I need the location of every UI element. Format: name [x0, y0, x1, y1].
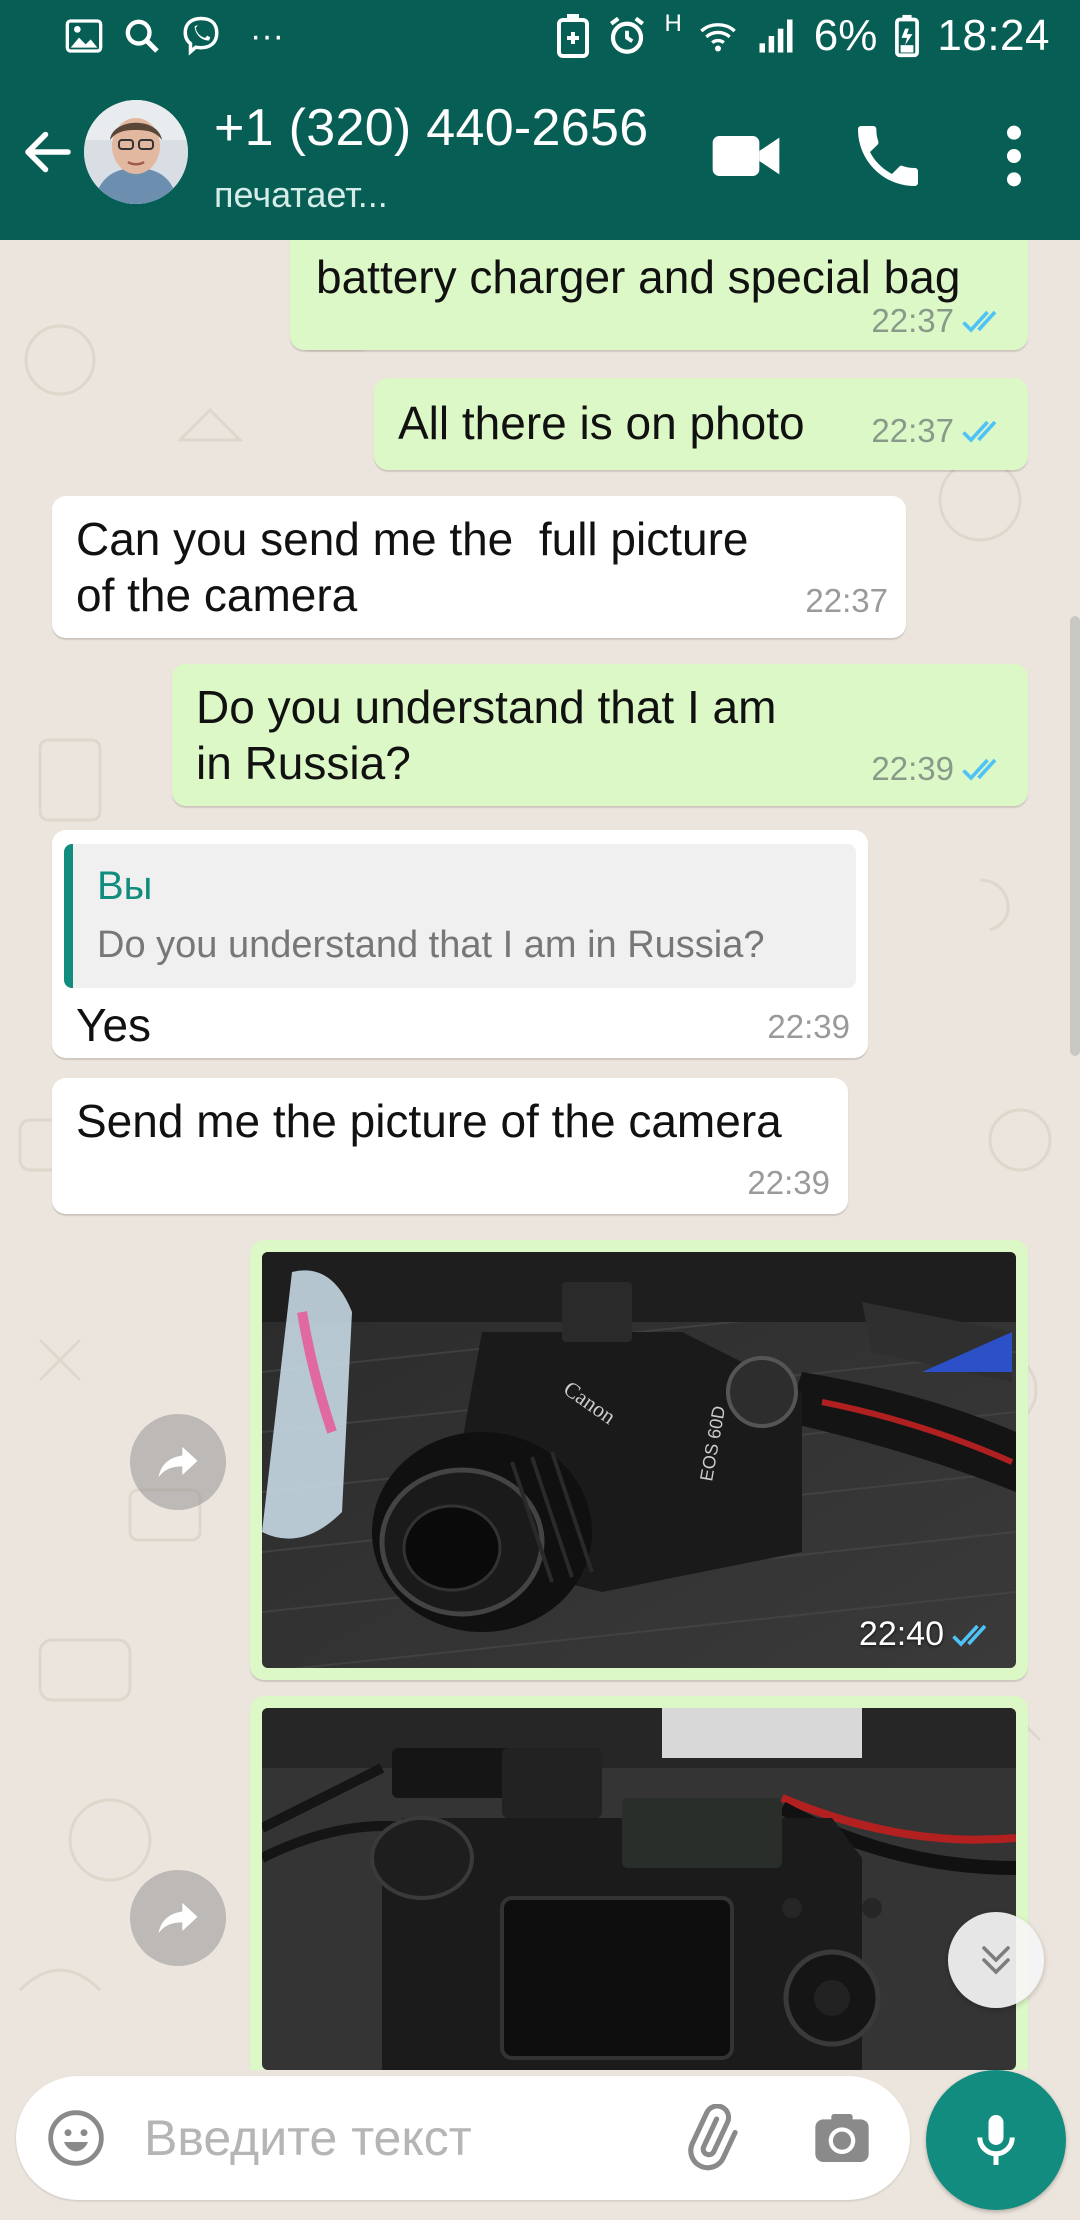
message-photo[interactable]: Canon EOS 60D 22:40: [262, 1252, 1016, 1668]
double-check-icon: [962, 310, 997, 333]
message-image-outgoing[interactable]: Canon EOS 60D 22:40: [250, 1240, 1028, 1680]
message-time: 22:37: [805, 582, 888, 619]
battery-percent: 6%: [813, 11, 878, 60]
arrow-left-icon[interactable]: [18, 122, 78, 182]
camera-photo-front: Canon EOS 60D: [262, 1252, 1016, 1668]
quote-author: Вы: [97, 864, 153, 908]
search-icon: [125, 19, 159, 53]
message-meta: 22:39: [871, 750, 1006, 788]
battery-icon: [895, 14, 920, 58]
message-time: 22:40: [858, 1615, 944, 1653]
quoted-message[interactable]: Вы Do you understand that I am in Russia…: [64, 844, 856, 988]
message-incoming-reply[interactable]: Вы Do you understand that I am in Russia…: [52, 830, 868, 1058]
message-time: 22:37: [871, 412, 954, 449]
message-text-line1: Do you understand that I am: [196, 681, 777, 733]
message-time: 22:39: [747, 1164, 830, 1201]
message-image-outgoing[interactable]: [250, 1696, 1028, 2070]
forward-button[interactable]: [130, 1870, 226, 1966]
forward-icon: [158, 1446, 198, 1478]
message-text: battery charger and special bag: [316, 251, 961, 303]
quote-text: Do you understand that I am in Russia?: [97, 924, 765, 966]
message-text-line2: in Russia?: [196, 737, 411, 789]
double-check-icon: [952, 1624, 987, 1647]
chat-scrollbar[interactable]: [1070, 616, 1080, 1056]
message-input-box: [16, 2076, 910, 2200]
wifi-icon: [700, 23, 736, 52]
message-input[interactable]: [144, 2102, 644, 2174]
avatar-photo: [84, 100, 188, 204]
message-text: Yes: [76, 999, 152, 1051]
double-check-icon: [962, 420, 997, 443]
status-bar: ··· H 6% 18:24: [0, 0, 1080, 72]
scroll-to-bottom-button[interactable]: [948, 1912, 1044, 2008]
phone-icon[interactable]: [848, 116, 928, 196]
more-vertical-icon[interactable]: [974, 116, 1054, 196]
video-camera-icon[interactable]: [706, 116, 786, 196]
message-meta: 22:39: [747, 1164, 830, 1202]
message-time: 22:39: [767, 1008, 850, 1045]
paperclip-icon[interactable]: [676, 2104, 744, 2172]
chat-area[interactable]: battery charger and special bag 22:37 Al…: [0, 240, 1080, 2070]
signal-icon: [759, 19, 793, 53]
message-photo[interactable]: [262, 1708, 1016, 2070]
forward-icon: [158, 1902, 198, 1934]
message-text-line2: of the camera: [76, 569, 358, 621]
message-meta: 22:37: [871, 302, 1006, 340]
message-input-bar: [0, 2070, 1080, 2220]
camera-photo-back: [262, 1708, 1016, 2070]
photo-meta: 22:40: [859, 1615, 996, 1654]
message-outgoing[interactable]: Do you understand that I am in Russia? 2…: [172, 664, 1028, 806]
clock: 18:24: [937, 11, 1050, 60]
gallery-icon: [65, 19, 103, 53]
status-bar-notifications: ···: [64, 14, 284, 58]
message-outgoing[interactable]: battery charger and special bag 22:37: [290, 240, 1028, 350]
status-overflow: ···: [250, 16, 284, 55]
message-text: Send me the picture of the camera: [76, 1095, 782, 1147]
status-bar-system: H 6% 18:24: [556, 10, 1050, 62]
battery-saver-icon: [557, 14, 590, 58]
message-text: All there is on photo: [398, 397, 805, 449]
viber-icon: [183, 16, 219, 56]
double-check-icon: [962, 758, 997, 781]
message-meta: 22:37: [871, 412, 1006, 450]
microphone-button[interactable]: [926, 2070, 1066, 2210]
contact-name[interactable]: +1 (320) 440-2656: [214, 98, 648, 158]
camera-icon[interactable]: [810, 2106, 874, 2170]
alarm-icon: [610, 16, 645, 54]
message-incoming[interactable]: Send me the picture of the camera 22:39: [52, 1078, 848, 1214]
contact-status: печатает...: [214, 174, 388, 215]
message-incoming[interactable]: Can you send me the full picture of the …: [52, 496, 906, 638]
forward-button[interactable]: [130, 1414, 226, 1510]
microphone-icon: [977, 2115, 1015, 2165]
message-time: 22:39: [871, 750, 954, 787]
emoji-icon[interactable]: [44, 2106, 108, 2170]
chat-header: +1 (320) 440-2656 печатает...: [0, 72, 1080, 240]
message-meta: 22:39: [767, 1008, 850, 1046]
message-time: 22:37: [871, 302, 954, 339]
double-chevron-down-icon: [982, 1946, 1010, 1975]
message-text-line1: Can you send me the full picture: [76, 513, 749, 565]
message-outgoing[interactable]: All there is on photo 22:37: [374, 378, 1028, 470]
network-type-label: H: [664, 10, 682, 37]
avatar[interactable]: [84, 100, 188, 204]
message-meta: 22:37: [805, 582, 888, 620]
